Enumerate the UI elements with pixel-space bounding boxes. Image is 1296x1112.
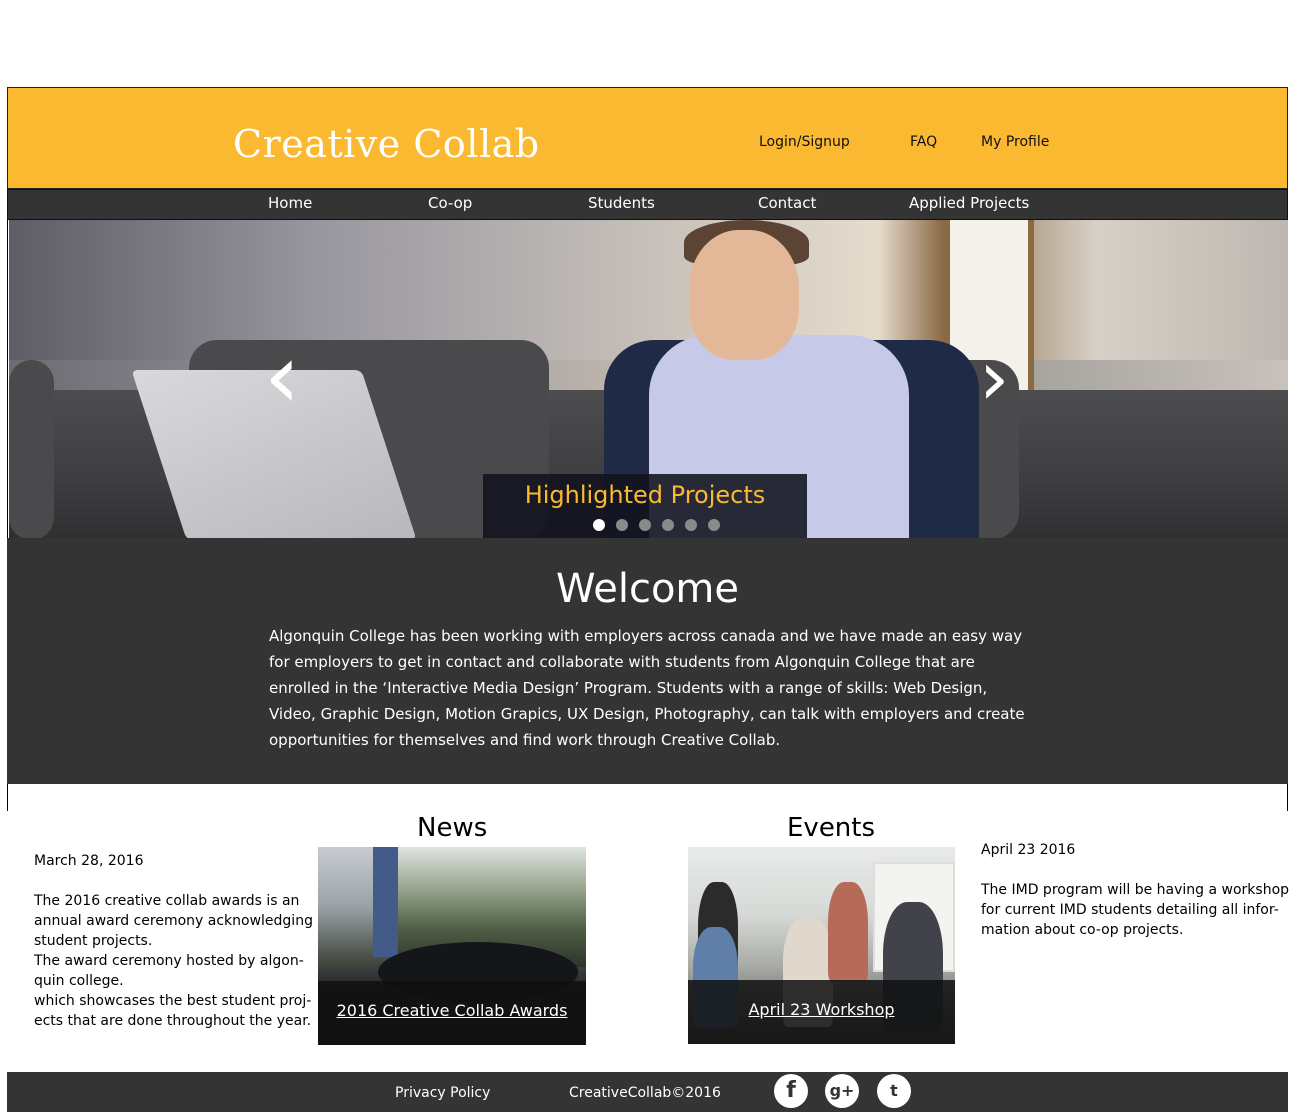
- news-description-line: quin college.: [34, 973, 124, 989]
- facebook-icon[interactable]: f: [774, 1074, 808, 1108]
- carousel-caption-title[interactable]: Highlighted Projects: [483, 481, 807, 509]
- hero-carousel: ‹ › Highlighted Projects: [9, 220, 1288, 538]
- news-description: The 2016 creative collab awards is an ann…: [34, 891, 313, 1031]
- events-card[interactable]: April 23 Workshop: [688, 847, 955, 1044]
- main-nav: Home Co-op Students Contact Applied Proj…: [7, 189, 1288, 220]
- events-description-line: mation about co-op projects.: [981, 922, 1184, 938]
- carousel-dot[interactable]: [593, 519, 605, 531]
- welcome-text: Algonquin College has been working with …: [269, 627, 1025, 749]
- events-description-line: for current IMD students detailing all i…: [981, 902, 1279, 918]
- carousel-dots: [593, 519, 720, 531]
- google-plus-icon[interactable]: g+: [825, 1074, 859, 1108]
- nav-item-applied-projects[interactable]: Applied Projects: [909, 194, 1029, 212]
- news-description-line: which showcases the best student proj-: [34, 993, 312, 1009]
- chevron-right-icon[interactable]: ›: [979, 340, 1009, 416]
- events-description-line: The IMD program will be having a worksho…: [981, 882, 1290, 898]
- nav-item-home[interactable]: Home: [268, 194, 312, 212]
- chevron-left-icon[interactable]: ‹: [264, 332, 300, 422]
- events-title: Events: [787, 813, 876, 843]
- news-description-line: ects that are done throughout the year.: [34, 1013, 312, 1029]
- site-header: Creative Collab Login/Signup FAQ My Prof…: [7, 87, 1288, 189]
- my-profile-link[interactable]: My Profile: [981, 134, 1049, 150]
- site-footer: Privacy Policy CreativeCollab©2016 f g+ …: [7, 1072, 1288, 1112]
- carousel-dot[interactable]: [662, 519, 674, 531]
- news-description-line: The 2016 creative collab awards is an: [34, 893, 300, 909]
- news-title: News: [417, 813, 488, 843]
- carousel-dot[interactable]: [685, 519, 697, 531]
- carousel-dot[interactable]: [708, 519, 720, 531]
- news-description-line: student projects.: [34, 933, 153, 949]
- events-description: The IMD program will be having a worksho…: [981, 880, 1289, 940]
- news-date: March 28, 2016: [34, 853, 144, 869]
- welcome-section: Welcome Algonquin College has been worki…: [7, 538, 1288, 784]
- twitter-icon[interactable]: t: [877, 1074, 911, 1108]
- events-card-link[interactable]: April 23 Workshop: [688, 980, 955, 1044]
- news-description-line: The award ceremony hosted by algon-: [34, 953, 304, 969]
- nav-item-contact[interactable]: Contact: [758, 194, 816, 212]
- nav-item-coop[interactable]: Co-op: [428, 194, 472, 212]
- privacy-policy-link[interactable]: Privacy Policy: [395, 1085, 490, 1101]
- copyright-text: CreativeCollab©2016: [569, 1085, 721, 1101]
- carousel-caption: Highlighted Projects: [483, 474, 807, 538]
- news-card[interactable]: 2016 Creative Collab Awards: [318, 847, 586, 1045]
- events-date: April 23 2016: [981, 842, 1076, 858]
- nav-item-students[interactable]: Students: [588, 194, 655, 212]
- carousel-dot[interactable]: [616, 519, 628, 531]
- carousel-dot[interactable]: [639, 519, 651, 531]
- login-signup-link[interactable]: Login/Signup: [759, 134, 850, 150]
- news-description-line: annual award ceremony acknowledging: [34, 913, 313, 929]
- news-card-link[interactable]: 2016 Creative Collab Awards: [318, 981, 586, 1045]
- faq-link[interactable]: FAQ: [910, 134, 937, 150]
- welcome-title: Welcome: [556, 566, 739, 612]
- site-logo[interactable]: Creative Collab: [233, 122, 540, 166]
